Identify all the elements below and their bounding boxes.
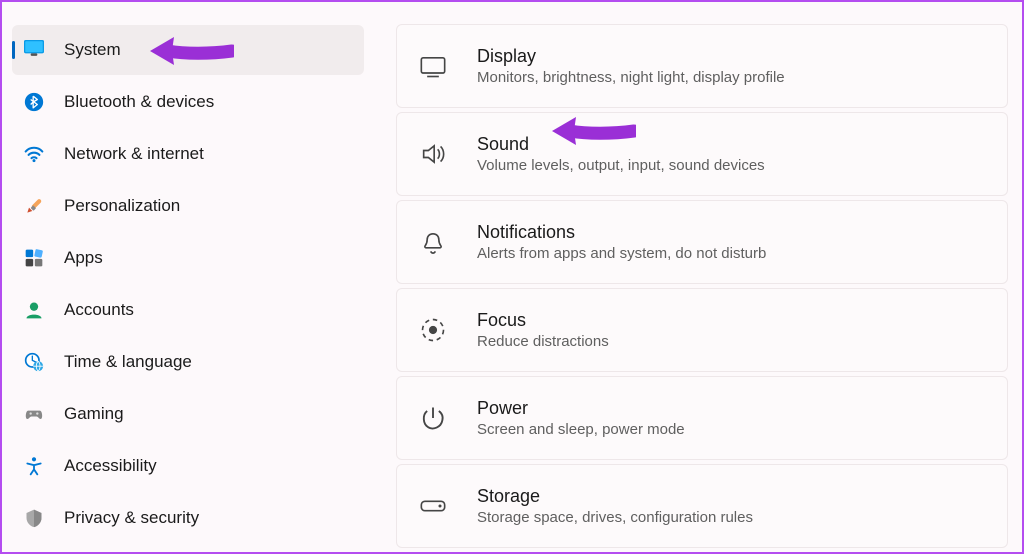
- card-desc: Monitors, brightness, night light, displ…: [477, 69, 785, 86]
- settings-card-display[interactable]: Display Monitors, brightness, night ligh…: [396, 24, 1008, 108]
- gamepad-icon: [24, 404, 44, 424]
- card-desc: Alerts from apps and system, do not dist…: [477, 245, 766, 262]
- wifi-icon: [24, 144, 44, 164]
- card-text: Sound Volume levels, output, input, soun…: [477, 134, 765, 174]
- sidebar-item-label: Time & language: [64, 352, 192, 372]
- sidebar-item-network[interactable]: Network & internet: [12, 129, 364, 179]
- storage-icon: [419, 492, 447, 520]
- card-title: Power: [477, 398, 685, 419]
- sidebar-item-label: Bluetooth & devices: [64, 92, 214, 112]
- paintbrush-icon: [24, 196, 44, 216]
- card-text: Power Screen and sleep, power mode: [477, 398, 685, 438]
- sidebar-item-label: Accessibility: [64, 456, 157, 476]
- sidebar-item-time-language[interactable]: Time & language: [12, 337, 364, 387]
- sidebar-item-accounts[interactable]: Accounts: [12, 285, 364, 335]
- display-icon: [419, 52, 447, 80]
- card-text: Notifications Alerts from apps and syste…: [477, 222, 766, 262]
- card-desc: Volume levels, output, input, sound devi…: [477, 157, 765, 174]
- card-title: Sound: [477, 134, 765, 155]
- settings-main: Display Monitors, brightness, night ligh…: [374, 2, 1022, 552]
- sidebar-item-label: Gaming: [64, 404, 124, 424]
- card-desc: Storage space, drives, configuration rul…: [477, 509, 753, 526]
- bell-icon: [419, 228, 447, 256]
- settings-card-power[interactable]: Power Screen and sleep, power mode: [396, 376, 1008, 460]
- card-title: Focus: [477, 310, 609, 331]
- sidebar-item-privacy[interactable]: Privacy & security: [12, 493, 364, 543]
- sidebar-item-label: Personalization: [64, 196, 180, 216]
- sound-icon: [419, 140, 447, 168]
- sidebar-item-label: Apps: [64, 248, 103, 268]
- accessibility-icon: [24, 456, 44, 476]
- card-text: Display Monitors, brightness, night ligh…: [477, 46, 785, 86]
- card-desc: Reduce distractions: [477, 333, 609, 350]
- sidebar-item-system[interactable]: System: [12, 25, 364, 75]
- settings-card-sound[interactable]: Sound Volume levels, output, input, soun…: [396, 112, 1008, 196]
- sidebar-item-apps[interactable]: Apps: [12, 233, 364, 283]
- settings-card-storage[interactable]: Storage Storage space, drives, configura…: [396, 464, 1008, 548]
- settings-card-focus[interactable]: Focus Reduce distractions: [396, 288, 1008, 372]
- bluetooth-icon: [24, 92, 44, 112]
- sidebar-item-label: System: [64, 40, 121, 60]
- card-title: Storage: [477, 486, 753, 507]
- power-icon: [419, 404, 447, 432]
- sidebar-nav: System Bluetooth & devices Network & int…: [2, 2, 374, 552]
- card-text: Storage Storage space, drives, configura…: [477, 486, 753, 526]
- sidebar-item-personalization[interactable]: Personalization: [12, 181, 364, 231]
- settings-card-notifications[interactable]: Notifications Alerts from apps and syste…: [396, 200, 1008, 284]
- card-desc: Screen and sleep, power mode: [477, 421, 685, 438]
- card-text: Focus Reduce distractions: [477, 310, 609, 350]
- sidebar-item-label: Privacy & security: [64, 508, 199, 528]
- clock-globe-icon: [24, 352, 44, 372]
- sidebar-item-bluetooth[interactable]: Bluetooth & devices: [12, 77, 364, 127]
- sidebar-item-label: Accounts: [64, 300, 134, 320]
- shield-icon: [24, 508, 44, 528]
- sidebar-item-accessibility[interactable]: Accessibility: [12, 441, 364, 491]
- monitor-icon: [24, 40, 44, 60]
- apps-icon: [24, 248, 44, 268]
- sidebar-item-label: Network & internet: [64, 144, 204, 164]
- card-title: Notifications: [477, 222, 766, 243]
- person-icon: [24, 300, 44, 320]
- card-title: Display: [477, 46, 785, 67]
- focus-icon: [419, 316, 447, 344]
- sidebar-item-gaming[interactable]: Gaming: [12, 389, 364, 439]
